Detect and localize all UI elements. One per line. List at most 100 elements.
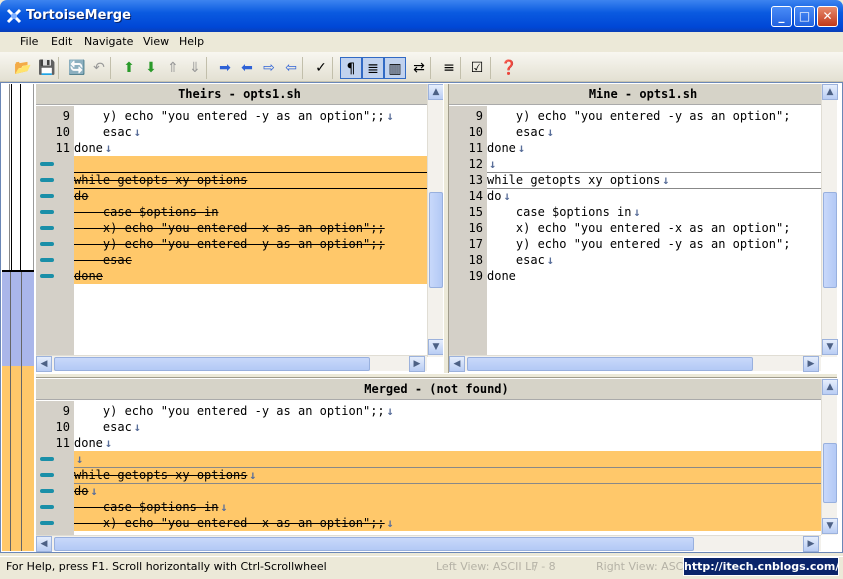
scroll-down-icon[interactable]: ▼ (428, 339, 444, 355)
code-line[interactable]: y) echo "you entered -y as an option"; (487, 236, 791, 252)
maximize-button[interactable]: □ (794, 6, 815, 27)
theirs-header: Theirs - opts1.sh (36, 84, 443, 105)
eol-marker-icon: ↓ (386, 404, 394, 418)
code-line[interactable]: esac (74, 419, 132, 435)
theirs-hscroll-thumb[interactable] (54, 357, 370, 371)
scroll-right-icon[interactable]: ▶ (803, 536, 819, 552)
code-line[interactable]: y) echo "you entered -y as an option";; (74, 403, 385, 419)
code-line[interactable]: do (74, 188, 88, 204)
one-pane-icon[interactable]: ▥ (384, 57, 406, 79)
code-line[interactable]: x) echo "you entered -x as an option"; (487, 220, 791, 236)
line-number (36, 204, 70, 220)
code-line[interactable]: y) echo "you entered -y as an option";; (74, 108, 385, 124)
scroll-left-icon[interactable]: ◀ (449, 356, 465, 372)
toolbar-separator (460, 57, 461, 79)
merged-hscroll-thumb[interactable] (54, 537, 694, 551)
merged-vscroll-thumb[interactable] (823, 443, 837, 503)
code-line[interactable]: while getopts xy options (74, 467, 247, 483)
code-line[interactable]: while getopts xy options (487, 172, 660, 188)
code-line[interactable]: done (74, 268, 103, 284)
scroll-left-icon[interactable]: ◀ (36, 536, 52, 552)
code-line[interactable]: esac (74, 252, 132, 268)
merged-hscrollbar[interactable]: ◀ ▶ (36, 535, 821, 552)
use-left-icon[interactable]: ⬅ (236, 57, 258, 79)
undo-icon[interactable]: ↶ (88, 57, 110, 79)
switch-icon[interactable]: ⇄ (408, 57, 430, 79)
inline-diff-icon[interactable]: ≣ (362, 57, 384, 79)
last-diff-icon[interactable]: ⇓ (184, 57, 206, 79)
merged-vscrollbar[interactable]: ▲ ▼ (821, 379, 838, 535)
code-line[interactable]: case $options in (74, 499, 219, 515)
whitespace-icon[interactable]: ¶ (340, 57, 362, 79)
use-right-icon[interactable]: ➡ (214, 57, 236, 79)
code-line[interactable]: x) echo "you entered -x as an option";; (74, 515, 385, 531)
prev-conflict-icon[interactable]: ⬆ (118, 57, 140, 79)
mine-hscroll-thumb[interactable] (467, 357, 753, 371)
reload-icon[interactable]: 🔄 (66, 57, 88, 79)
line-number (36, 451, 70, 467)
next-conflict-icon[interactable]: ⬇ (140, 57, 162, 79)
save-icon[interactable]: 💾 (36, 57, 58, 79)
theirs-hscrollbar[interactable]: ◀ ▶ (36, 355, 427, 372)
code-line[interactable]: y) echo "you entered -y as an option"; (487, 108, 791, 124)
first-diff-icon[interactable]: ⇑ (162, 57, 184, 79)
selection-border (74, 483, 821, 484)
code-line[interactable]: done (487, 268, 516, 284)
eol-marker-icon: ↓ (517, 141, 526, 155)
mine-hscrollbar[interactable]: ◀ ▶ (449, 355, 821, 372)
scroll-right-icon[interactable]: ▶ (409, 356, 425, 372)
code-line[interactable]: case $options in (74, 204, 219, 220)
status-left-count: / - 8 (534, 560, 556, 573)
locator-bar[interactable] (2, 84, 34, 551)
merged-pane[interactable]: Merged - (not found) 9 y) echo "you ente… (36, 379, 838, 552)
scroll-up-icon[interactable]: ▲ (428, 84, 444, 100)
eol-marker-icon: ↓ (133, 125, 141, 139)
code-line[interactable]: done (74, 140, 103, 156)
scroll-down-icon[interactable]: ▼ (822, 518, 838, 534)
use-right-block-icon[interactable]: ⇨ (258, 57, 280, 79)
theirs-vscrollbar[interactable]: ▲ ▼ (427, 84, 444, 357)
help-icon[interactable]: ❓ (498, 57, 520, 79)
eol-marker-icon: ↓ (220, 500, 228, 514)
eol-marker-icon: ↓ (662, 173, 670, 187)
menu-help[interactable]: Help (179, 35, 204, 48)
toolbar-separator (302, 57, 303, 79)
code-line[interactable]: esac (487, 252, 545, 268)
menu-file[interactable]: File (20, 35, 38, 48)
theirs-pane[interactable]: Theirs - opts1.sh 9 y) echo "you entered… (36, 84, 444, 373)
scroll-up-icon[interactable]: ▲ (822, 379, 838, 395)
line-number: 11 (468, 141, 483, 155)
horizontal-splitter[interactable] (36, 373, 837, 378)
code-line[interactable]: do (74, 483, 88, 499)
code-line[interactable]: while getopts xy options (74, 172, 247, 188)
code-line[interactable]: esac (74, 124, 132, 140)
settings-icon[interactable]: ☑ (466, 57, 488, 79)
scroll-left-icon[interactable]: ◀ (36, 356, 52, 372)
mark-icon[interactable]: ✓ (310, 57, 332, 79)
scroll-down-icon[interactable]: ▼ (822, 339, 838, 355)
mine-vscroll-thumb[interactable] (823, 192, 837, 288)
mine-pane[interactable]: Mine - opts1.sh 9 y) echo "you entered -… (449, 84, 838, 373)
menu-view[interactable]: View (143, 35, 169, 48)
line-diff-icon[interactable]: ≡ (438, 57, 460, 79)
code-line[interactable]: case $options in (487, 204, 632, 220)
code-line[interactable]: x) echo "you entered -x as an option";; (74, 220, 385, 236)
line-number (36, 236, 70, 252)
minimize-button[interactable]: _ (771, 6, 792, 27)
code-line[interactable]: done (74, 435, 103, 451)
code-line[interactable]: y) echo "you entered -y as an option";; (74, 236, 385, 252)
code-line[interactable]: esac (487, 124, 545, 140)
scroll-up-icon[interactable]: ▲ (822, 84, 838, 100)
theirs-vscroll-thumb[interactable] (429, 192, 443, 288)
line-number (36, 467, 70, 483)
use-left-block-icon[interactable]: ⇦ (280, 57, 302, 79)
code-line[interactable]: do (487, 188, 501, 204)
close-button[interactable]: ✕ (817, 6, 838, 27)
code-line[interactable]: done (487, 140, 516, 156)
menu-edit[interactable]: Edit (51, 35, 72, 48)
scroll-right-icon[interactable]: ▶ (803, 356, 819, 372)
open-icon[interactable]: 📂 (12, 57, 34, 79)
conflict-highlight (74, 268, 427, 284)
menu-navigate[interactable]: Navigate (84, 35, 133, 48)
mine-vscrollbar[interactable]: ▲ ▼ (821, 84, 838, 357)
